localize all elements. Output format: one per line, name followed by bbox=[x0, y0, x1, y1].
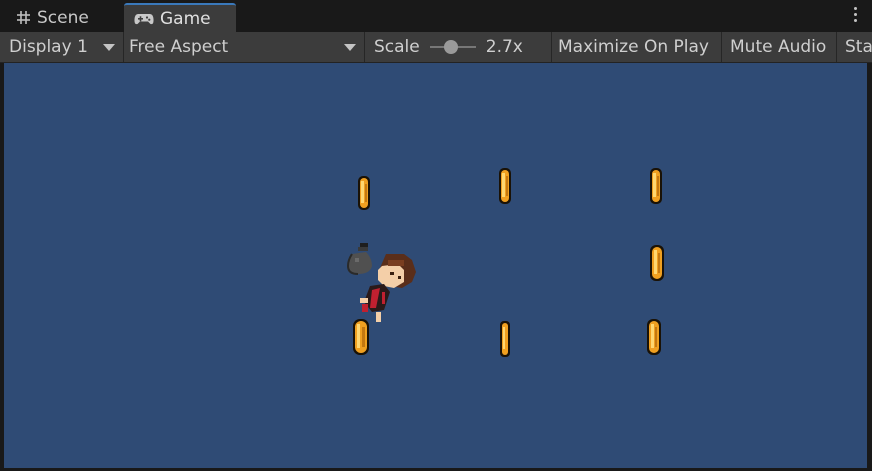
scale-control: Scale 2.7x bbox=[365, 32, 552, 62]
aspect-dropdown[interactable]: Free Aspect bbox=[124, 32, 365, 62]
coin-sprite bbox=[353, 319, 369, 355]
display-dropdown-label: Display 1 bbox=[9, 37, 88, 57]
tab-game[interactable]: Game bbox=[124, 3, 236, 32]
coin-sprite bbox=[358, 176, 370, 210]
stats-toggle[interactable]: Sta bbox=[837, 32, 872, 62]
chevron-down-icon bbox=[103, 43, 115, 51]
grid-hash-icon bbox=[16, 10, 31, 25]
chevron-down-icon bbox=[344, 43, 356, 51]
scale-label: Scale bbox=[374, 37, 420, 57]
maximize-on-play-label: Maximize On Play bbox=[558, 37, 709, 57]
scale-value: 2.7x bbox=[485, 37, 523, 57]
scale-slider[interactable] bbox=[429, 40, 476, 54]
game-viewport[interactable] bbox=[4, 63, 867, 468]
coin-sprite bbox=[500, 321, 510, 357]
mute-audio-label: Mute Audio bbox=[730, 37, 827, 57]
scale-slider-thumb[interactable] bbox=[443, 40, 458, 54]
more-options-icon[interactable] bbox=[852, 7, 858, 25]
tab-scene-label: Scene bbox=[37, 7, 89, 28]
stats-label: Sta bbox=[845, 37, 872, 57]
mute-audio-toggle[interactable]: Mute Audio bbox=[722, 32, 837, 62]
aspect-dropdown-label: Free Aspect bbox=[129, 37, 229, 57]
coin-sprite bbox=[650, 168, 662, 204]
money-bag-icon bbox=[346, 243, 372, 275]
maximize-on-play-toggle[interactable]: Maximize On Play bbox=[552, 32, 722, 62]
tab-game-label: Game bbox=[160, 8, 211, 29]
character-head bbox=[378, 254, 416, 288]
tab-scene[interactable]: Scene bbox=[0, 3, 122, 32]
coin-sprite bbox=[499, 168, 511, 204]
editor-tab-bar: Scene Game bbox=[0, 0, 872, 33]
gamepad-icon bbox=[134, 12, 154, 26]
player-character-sprite bbox=[346, 243, 416, 322]
game-view-toolbar: Display 1 Free Aspect Scale 2.7x Maximiz… bbox=[0, 32, 872, 63]
coin-sprite bbox=[647, 319, 661, 355]
coin-sprite bbox=[650, 245, 664, 281]
display-dropdown[interactable]: Display 1 bbox=[0, 32, 124, 62]
character-body bbox=[360, 284, 390, 322]
